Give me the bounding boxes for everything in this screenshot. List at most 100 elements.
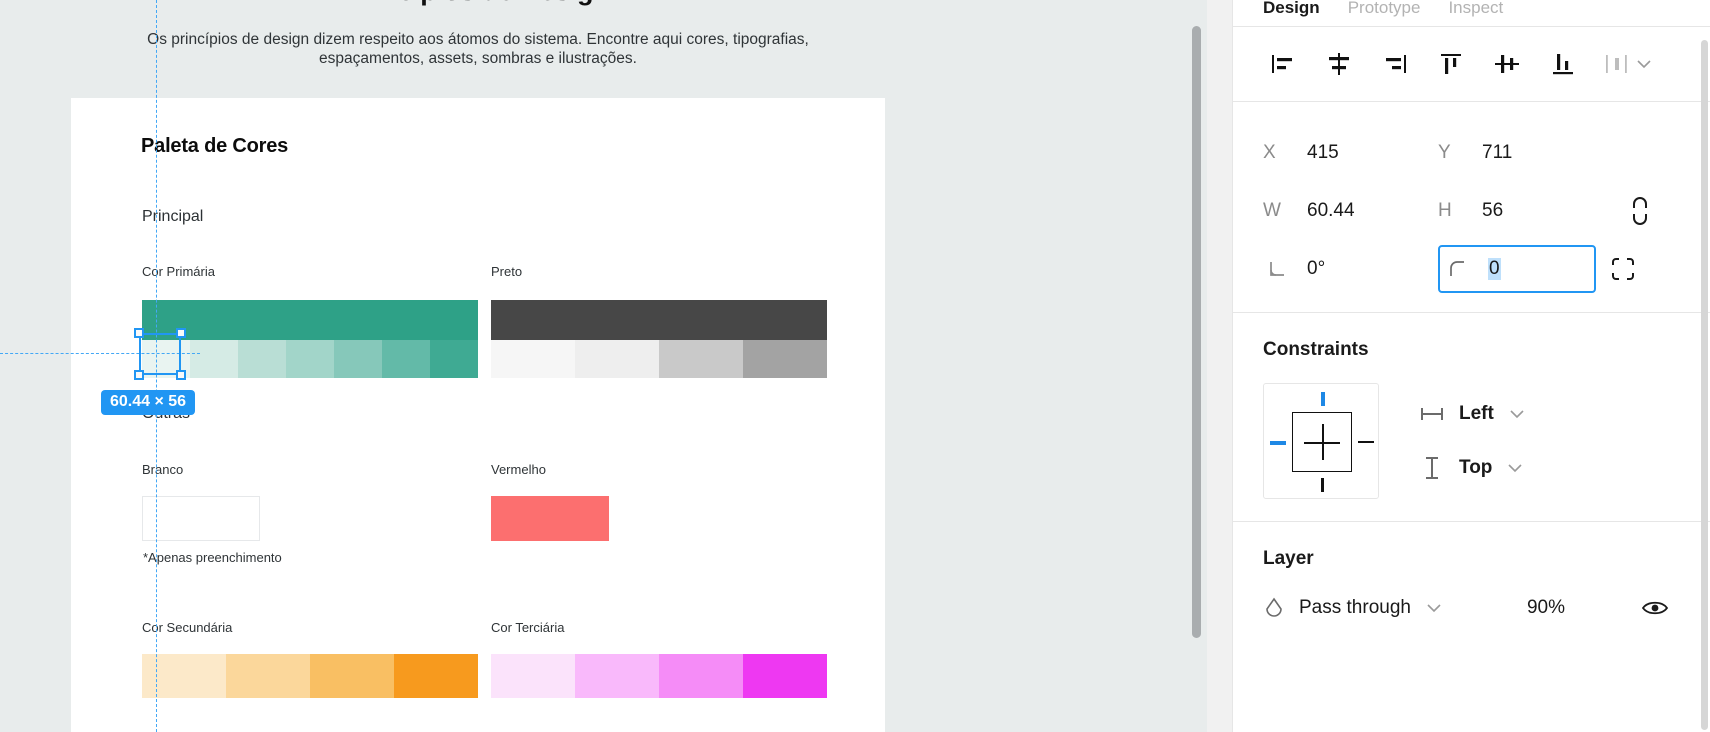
horizontal-constraint-value: Left: [1459, 403, 1494, 424]
swatch-tint[interactable]: [226, 654, 310, 698]
independent-corners-icon[interactable]: [1600, 246, 1646, 292]
constraints-widget[interactable]: [1263, 383, 1379, 499]
panel-vertical-scrollbar[interactable]: [1701, 40, 1708, 730]
size-row: W 60.44 H 56: [1263, 182, 1680, 240]
width-field[interactable]: W 60.44: [1263, 189, 1438, 233]
align-top-icon[interactable]: [1423, 44, 1479, 84]
swatch-red[interactable]: [491, 496, 609, 541]
height-field[interactable]: H 56: [1438, 189, 1613, 233]
swatch-tint[interactable]: [334, 340, 382, 378]
swatch-tint[interactable]: [743, 654, 827, 698]
y-label: Y: [1438, 142, 1451, 163]
swatch-tint[interactable]: [575, 654, 659, 698]
selection-size-badge: 60.44 × 56: [101, 390, 196, 415]
canvas-vertical-scrollbar[interactable]: [1192, 26, 1201, 638]
constraint-tick-right[interactable]: [1358, 441, 1374, 443]
swatch-tint[interactable]: [430, 340, 478, 378]
chevron-down-icon[interactable]: [1508, 405, 1526, 423]
constraints-center-v: [1321, 424, 1324, 460]
swatch-tint[interactable]: [491, 654, 575, 698]
w-value: 60.44: [1307, 200, 1355, 221]
selection-handle-bl[interactable]: [134, 370, 144, 380]
swatch-tint[interactable]: [575, 340, 659, 378]
alignment-toolbar: [1233, 27, 1710, 101]
corner-radius-value[interactable]: 0: [1488, 258, 1501, 280]
swatch-label-primary: Cor Primária: [142, 264, 215, 279]
constraint-tick-bottom[interactable]: [1320, 478, 1324, 492]
color-ramp-black[interactable]: [491, 300, 827, 378]
swatch-label-tertiary: Cor Terciária: [491, 620, 565, 635]
panel-gutter: [1207, 0, 1232, 732]
horizontal-constraint-icon: [1419, 406, 1445, 422]
vertical-constraint-select[interactable]: Top: [1419, 441, 1526, 495]
group-label-principal: Principal: [142, 208, 204, 225]
swatch-row-primary-tints: [142, 340, 478, 378]
figma-window: Princípios de Design Os princípios de de…: [0, 0, 1710, 732]
corner-radius-field[interactable]: 0: [1438, 245, 1596, 293]
y-field[interactable]: Y 711: [1438, 131, 1613, 175]
rotation-radius-row: 0° 0: [1263, 240, 1680, 298]
palette-section-title: Paleta de Cores: [141, 135, 289, 157]
swatch-tint[interactable]: [394, 654, 478, 698]
constraints-section: Constraints Left Top: [1233, 313, 1710, 521]
swatch-tint[interactable]: [743, 340, 827, 378]
tab-inspect[interactable]: Inspect: [1448, 0, 1503, 18]
color-ramp-secondary[interactable]: [142, 654, 478, 698]
opacity-value[interactable]: 90%: [1527, 597, 1565, 619]
rotation-icon: [1263, 259, 1307, 279]
selection-handle-tl[interactable]: [134, 328, 144, 338]
align-horizontal-centers-icon[interactable]: [1311, 44, 1367, 84]
color-ramp-primary[interactable]: [142, 300, 478, 378]
swatch-tint[interactable]: [382, 340, 430, 378]
swatch-black-main[interactable]: [491, 300, 827, 340]
swatch-tint[interactable]: [238, 340, 286, 378]
align-bottom-icon[interactable]: [1535, 44, 1591, 84]
distribute-icon[interactable]: [1603, 52, 1653, 76]
swatch-tint[interactable]: [142, 654, 226, 698]
white-footnote: *Apenas preenchimento: [143, 550, 282, 565]
constraint-tick-top[interactable]: [1320, 392, 1325, 406]
h-value: 56: [1482, 200, 1504, 221]
align-right-icon[interactable]: [1367, 44, 1423, 84]
document-subtitle: Os princípios de design dizem respeito a…: [147, 31, 809, 68]
vertical-constraint-value: Top: [1459, 457, 1493, 478]
x-value: 415: [1307, 142, 1339, 163]
artboard[interactable]: Paleta de Cores Principal Cor Primária P…: [71, 98, 885, 732]
swatch-white[interactable]: [142, 496, 260, 541]
swatch-primary-main[interactable]: [142, 300, 478, 340]
selection-bounds[interactable]: [139, 333, 181, 375]
broken-link-icon[interactable]: [1617, 188, 1663, 234]
horizontal-constraint-select[interactable]: Left: [1419, 387, 1526, 441]
swatch-tint[interactable]: [190, 340, 238, 378]
swatch-tint[interactable]: [491, 340, 575, 378]
swatch-tint[interactable]: [286, 340, 334, 378]
align-vertical-centers-icon[interactable]: [1479, 44, 1535, 84]
corner-radius-icon: [1444, 259, 1488, 279]
align-left-icon[interactable]: [1255, 44, 1311, 84]
swatch-tint[interactable]: [310, 654, 394, 698]
swatch-tint[interactable]: [659, 340, 743, 378]
h-label: H: [1438, 200, 1452, 221]
tab-design[interactable]: Design: [1263, 0, 1320, 18]
swatch-tint[interactable]: [659, 654, 743, 698]
rotation-value: 0°: [1307, 258, 1326, 279]
rotation-field[interactable]: 0°: [1263, 247, 1438, 291]
document-title: Princípios de Design: [71, 0, 885, 7]
swatch-row-black-tints: [491, 340, 827, 378]
tab-prototype[interactable]: Prototype: [1348, 0, 1421, 18]
selection-handle-tr[interactable]: [176, 328, 186, 338]
design-panel: Design Prototype Inspect X 415 Y 711 W 6…: [1232, 0, 1710, 732]
constraints-title: Constraints: [1263, 339, 1369, 360]
y-value: 711: [1482, 142, 1513, 163]
chevron-down-icon[interactable]: [1506, 459, 1524, 477]
chevron-down-icon[interactable]: [1425, 599, 1443, 617]
design-canvas[interactable]: Princípios de Design Os princípios de de…: [0, 0, 1207, 732]
selection-handle-br[interactable]: [176, 370, 186, 380]
constraint-tick-left[interactable]: [1270, 440, 1286, 445]
color-ramp-tertiary[interactable]: [491, 654, 827, 698]
layer-section: Layer Pass through 90%: [1233, 522, 1710, 642]
blend-mode-value[interactable]: Pass through: [1299, 597, 1411, 619]
eye-icon[interactable]: [1641, 598, 1669, 618]
panel-tab-bar: Design Prototype Inspect: [1233, 0, 1710, 26]
x-field[interactable]: X 415: [1263, 131, 1438, 175]
